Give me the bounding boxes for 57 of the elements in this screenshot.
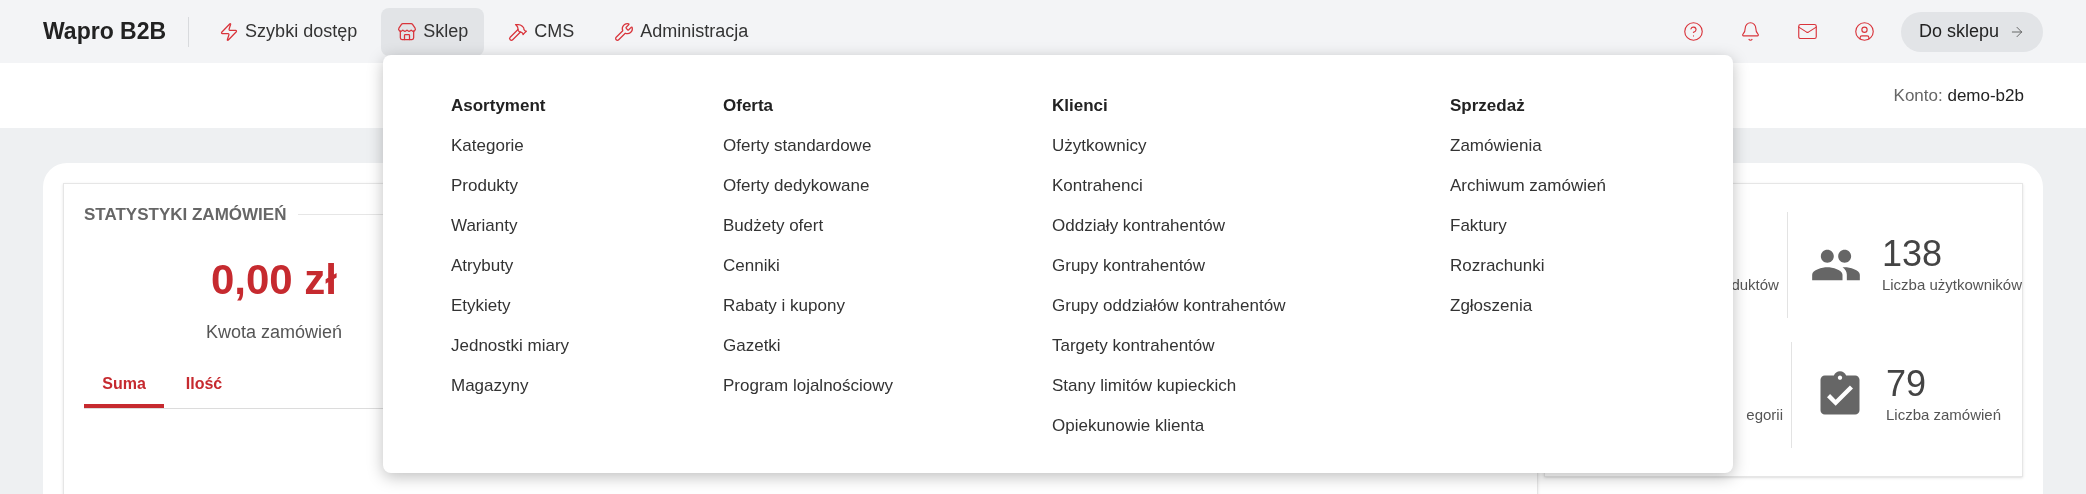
amount-label: Kwota zamówień <box>205 320 343 344</box>
menu-link[interactable]: Oferty dedykowane <box>723 173 870 213</box>
nav-tab[interactable]: CMS <box>492 7 591 56</box>
menu-heading: Klienci <box>1052 95 1109 117</box>
shop-button[interactable]: Do sklepu <box>1900 11 2043 52</box>
menu-link[interactable]: Targety kontrahentów <box>1052 333 1215 373</box>
nav-tab[interactable]: Administracja <box>598 7 765 56</box>
menu-link[interactable]: Rabaty i kupony <box>723 293 845 333</box>
menu-heading: Oferta <box>723 95 775 117</box>
menu-link[interactable]: Cenniki <box>723 253 780 293</box>
menu-link[interactable]: Stany limitów kupieckich <box>1052 373 1237 413</box>
menu-link[interactable]: Program lojalnościowy <box>723 373 894 413</box>
menu-link[interactable]: Grupy kontrahentów <box>1052 253 1206 293</box>
stat-label: duktów <box>1731 274 1779 295</box>
wrench-icon <box>614 21 635 42</box>
menu-link[interactable]: Kontrahenci <box>1052 173 1143 213</box>
stat-value: 138 <box>1881 233 1943 274</box>
panel-title: STATYSTYKI ZAMÓWIEŃ <box>84 204 287 226</box>
menu-heading: Sprzedaż <box>1450 95 1526 117</box>
menu-link[interactable]: Oferty standardowe <box>723 133 872 173</box>
menu-link[interactable]: Atrybuty <box>451 253 514 293</box>
menu-link[interactable]: Budżety ofert <box>723 213 824 253</box>
stats-tab[interactable]: Ilość <box>164 363 244 408</box>
menu-link[interactable]: Zamówienia <box>1450 133 1542 173</box>
stat-label: Liczba zamówień <box>1886 404 2002 425</box>
stat-label: egorii <box>1746 404 1783 425</box>
menu-link[interactable]: Gazetki <box>723 333 781 373</box>
user-icon <box>1853 21 1875 42</box>
stats-tab[interactable]: Suma <box>84 363 164 408</box>
menu-link[interactable]: Faktury <box>1450 213 1507 253</box>
menu-link[interactable]: Magazyny <box>451 373 529 413</box>
menu-link[interactable]: Kategorie <box>451 133 524 173</box>
stat-value: 79 <box>1886 363 1928 404</box>
stat-label: Liczba użytkowników <box>1881 274 2022 295</box>
menu-link[interactable]: Jednostki miary <box>451 333 570 373</box>
nav-tab[interactable]: Sklep <box>381 7 485 56</box>
menu-link[interactable]: Opiekunowie klienta <box>1052 413 1205 453</box>
hammer-icon <box>508 21 529 42</box>
menu-link[interactable]: Użytkownicy <box>1052 133 1147 173</box>
order-amount: 0,00 zł <box>210 254 338 305</box>
bell-icon <box>1739 21 1761 42</box>
menu-link[interactable]: Produkty <box>451 173 519 213</box>
app-logo[interactable]: Wapro B2B <box>43 14 167 49</box>
nav-tab[interactable]: Szybki dostęp <box>203 7 374 56</box>
store-icon <box>397 21 418 42</box>
menu-heading: Asortyment <box>451 95 547 117</box>
menu-link[interactable]: Warianty <box>451 213 518 253</box>
lightning-icon <box>219 21 240 42</box>
menu-link[interactable]: Etykiety <box>451 293 511 333</box>
menu-link[interactable]: Zgłoszenia <box>1450 293 1533 333</box>
menu-link[interactable]: Archiwum zamówień <box>1450 173 1606 213</box>
help-icon <box>1682 21 1704 42</box>
mail-icon <box>1796 21 1818 42</box>
account-label: Konto: demo-b2b <box>1893 84 2024 107</box>
menu-link[interactable]: Oddziały kontrahentów <box>1052 213 1225 253</box>
menu-link[interactable]: Rozrachunki <box>1450 253 1545 293</box>
menu-link[interactable]: Grupy oddziałów kontrahentów <box>1052 293 1286 333</box>
